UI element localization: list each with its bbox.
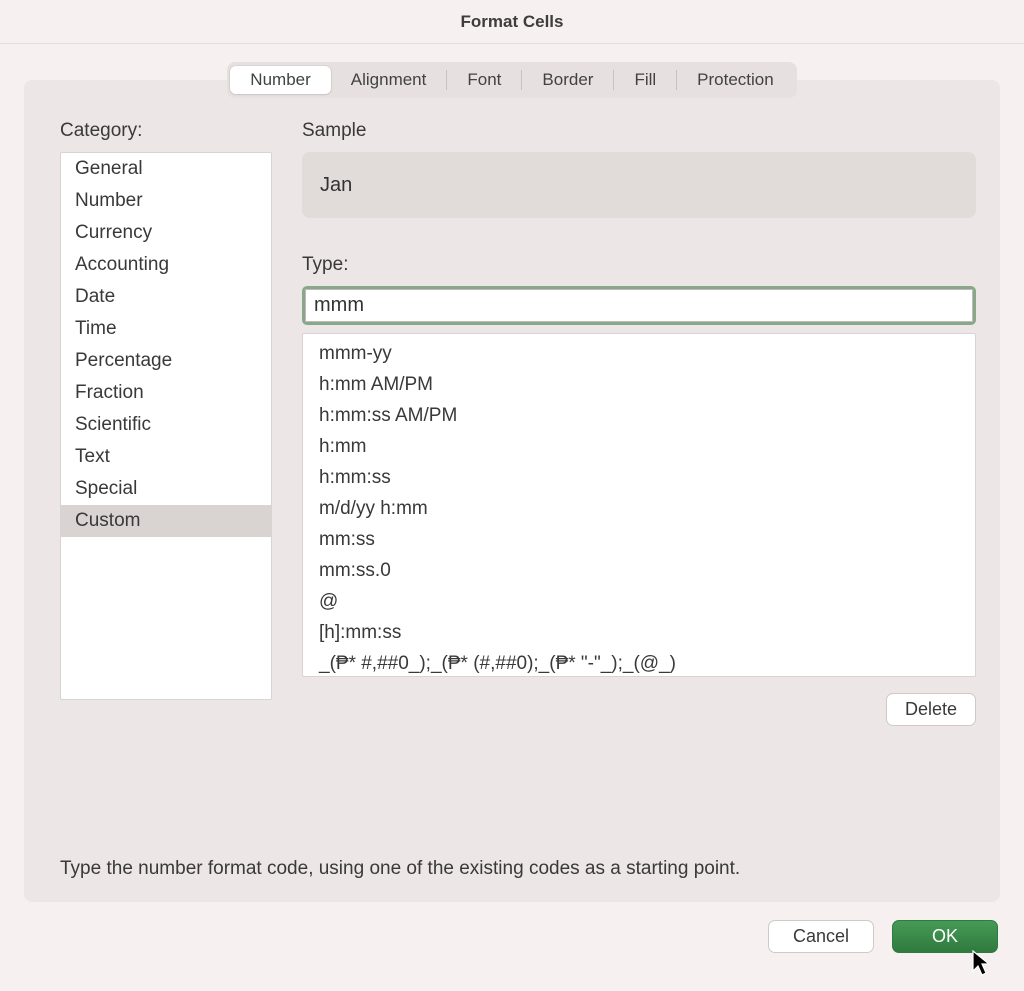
titlebar: Format Cells xyxy=(0,0,1024,44)
sample-value: Jan xyxy=(320,174,352,197)
category-item-date[interactable]: Date xyxy=(61,281,271,313)
category-label: Category: xyxy=(60,120,272,142)
category-item-custom[interactable]: Custom xyxy=(61,505,271,537)
dialog-title: Format Cells xyxy=(461,12,564,32)
format-item[interactable]: h:mm xyxy=(303,431,975,462)
mouse-cursor-icon xyxy=(972,950,994,978)
dialog-footer: Cancel OK xyxy=(0,902,1024,953)
tab-protection[interactable]: Protection xyxy=(677,66,794,94)
tab-border[interactable]: Border xyxy=(522,66,613,94)
sample-label: Sample xyxy=(302,120,976,142)
tab-fill[interactable]: Fill xyxy=(614,66,676,94)
tab-alignment[interactable]: Alignment xyxy=(331,66,447,94)
category-item-currency[interactable]: Currency xyxy=(61,217,271,249)
category-item-general[interactable]: General xyxy=(61,153,271,185)
tab-font[interactable]: Font xyxy=(447,66,521,94)
ok-button[interactable]: OK xyxy=(892,920,998,953)
category-list[interactable]: General Number Currency Accounting Date … xyxy=(60,152,272,700)
category-item-time[interactable]: Time xyxy=(61,313,271,345)
type-input[interactable] xyxy=(305,289,973,322)
category-item-special[interactable]: Special xyxy=(61,473,271,505)
format-list[interactable]: mmm-yy h:mm AM/PM h:mm:ss AM/PM h:mm h:m… xyxy=(302,333,976,677)
format-item[interactable]: h:mm:ss xyxy=(303,462,975,493)
format-item[interactable]: mmm-yy xyxy=(303,338,975,369)
category-item-scientific[interactable]: Scientific xyxy=(61,409,271,441)
category-item-text[interactable]: Text xyxy=(61,441,271,473)
category-item-percentage[interactable]: Percentage xyxy=(61,345,271,377)
tabbar: Number Alignment Font Border Fill Protec… xyxy=(227,62,796,98)
type-label: Type: xyxy=(302,254,976,276)
format-item[interactable]: mm:ss.0 xyxy=(303,555,975,586)
category-item-accounting[interactable]: Accounting xyxy=(61,249,271,281)
tab-number[interactable]: Number xyxy=(230,66,330,94)
hint-text: Type the number format code, using one o… xyxy=(60,858,976,880)
cancel-button[interactable]: Cancel xyxy=(768,920,874,953)
tab-panel-number: Category: General Number Currency Accoun… xyxy=(24,80,1000,902)
format-item[interactable]: h:mm:ss AM/PM xyxy=(303,400,975,431)
format-item[interactable]: _(₱* #,##0_);_(₱* (#,##0);_(₱* "-"_);_(@… xyxy=(303,648,975,677)
category-item-number[interactable]: Number xyxy=(61,185,271,217)
sample-box: Jan xyxy=(302,152,976,218)
format-item[interactable]: m/d/yy h:mm xyxy=(303,493,975,524)
tabbar-wrap: Number Alignment Font Border Fill Protec… xyxy=(0,44,1024,98)
type-input-wrap xyxy=(302,286,976,325)
delete-button[interactable]: Delete xyxy=(886,693,976,726)
format-item[interactable]: [h]:mm:ss xyxy=(303,617,975,648)
format-item[interactable]: h:mm AM/PM xyxy=(303,369,975,400)
format-item[interactable]: mm:ss xyxy=(303,524,975,555)
format-item[interactable]: @ xyxy=(303,586,975,617)
category-item-fraction[interactable]: Fraction xyxy=(61,377,271,409)
